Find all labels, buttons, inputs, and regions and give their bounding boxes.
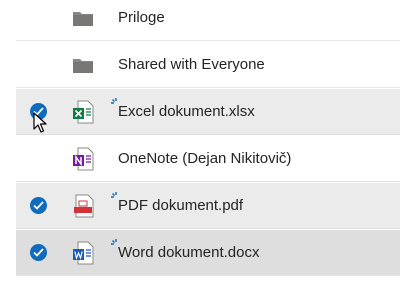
- folder-icon: [72, 6, 94, 30]
- pdf-file-icon: [72, 194, 94, 218]
- file-row-word-dokument[interactable]: Word dokument.docx: [16, 230, 400, 276]
- selected-checkmark-icon[interactable]: [30, 197, 47, 214]
- file-row-onenote[interactable]: OneNote (Dejan Nikitovič): [16, 136, 400, 182]
- excel-file-icon: [72, 100, 94, 124]
- file-row-shared-with-everyone[interactable]: Shared with Everyone: [16, 42, 400, 88]
- file-name[interactable]: PDF dokument.pdf: [118, 196, 243, 216]
- file-name[interactable]: Word dokument.docx: [118, 243, 259, 263]
- file-list: Priloge Shared with Everyone Excel dokum…: [0, 0, 400, 300]
- file-name[interactable]: Excel dokument.xlsx: [118, 102, 255, 122]
- onenote-file-icon: [72, 147, 94, 171]
- file-row-excel-dokument[interactable]: Excel dokument.xlsx: [16, 89, 400, 135]
- word-file-icon: [72, 241, 94, 265]
- mouse-pointer-icon: [33, 112, 47, 134]
- selected-checkmark-icon[interactable]: [30, 244, 47, 261]
- file-row-pdf-dokument[interactable]: PDF dokument.pdf: [16, 183, 400, 229]
- file-name[interactable]: Shared with Everyone: [118, 55, 265, 75]
- file-name[interactable]: Priloge: [118, 8, 165, 28]
- folder-icon: [72, 53, 94, 77]
- file-name[interactable]: OneNote (Dejan Nikitovič): [118, 149, 291, 169]
- file-row-priloge[interactable]: Priloge: [16, 0, 400, 41]
